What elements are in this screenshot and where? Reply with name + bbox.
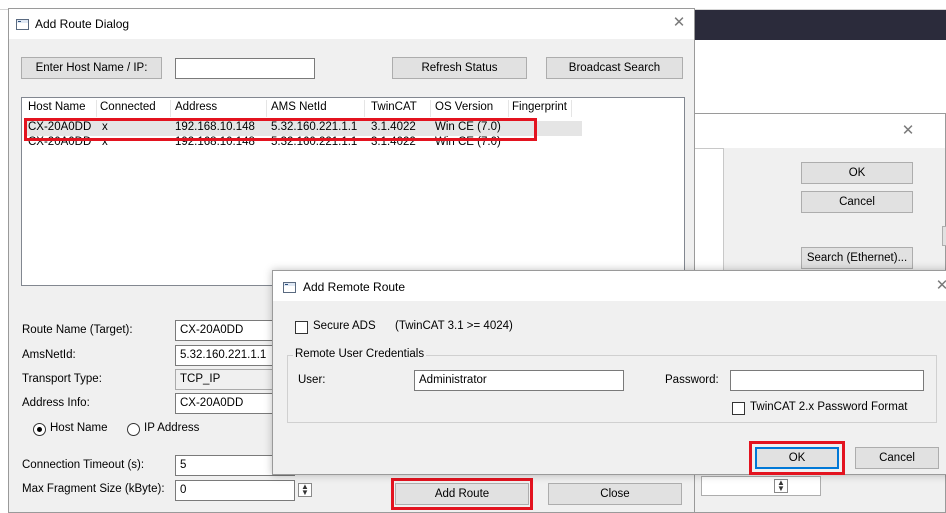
address-info-label: Address Info: [22,397,90,409]
column-header-twincat[interactable]: TwinCAT [371,101,417,113]
cell-ams-netid: 5.32.160.221.1.1 [271,136,358,148]
spinner-icon[interactable]: ▲ ▼ [774,479,788,493]
cell-connected: x [102,136,108,148]
cancel-button[interactable]: Cancel [855,447,939,469]
max-fragment-label: Max Fragment Size (kByte): [22,483,165,495]
close-icon[interactable]: ✕ [900,123,916,139]
secure-ads-note: (TwinCAT 3.1 >= 4024) [395,320,513,332]
cell-connected: x [102,121,108,133]
broadcast-search-button[interactable]: Broadcast Search [546,57,683,79]
enter-host-button[interactable]: Enter Host Name / IP: [21,57,162,79]
column-header-connected[interactable]: Connected [100,101,156,113]
host-ip-input[interactable] [175,58,315,79]
column-separator[interactable] [96,100,97,117]
column-separator[interactable] [266,100,267,117]
close-icon[interactable]: ✕ [934,278,946,294]
partial-control[interactable] [942,226,946,246]
ok-button[interactable]: OK [801,162,913,184]
ip-address-radio[interactable] [127,423,140,436]
cell-address: 192.168.10.148 [175,136,255,148]
cell-ams-netid: 5.32.160.221.1.1 [271,121,358,133]
dialog-title: Add Remote Route [303,280,406,294]
cancel-button[interactable]: Cancel [801,191,913,213]
user-label: User: [298,374,326,386]
cell-twincat: 3.1.4022 [371,136,416,148]
secure-ads-checkbox[interactable] [295,321,308,334]
table-row[interactable]: CX-20A0DD x 192.168.10.148 5.32.160.221.… [24,121,582,136]
transport-type-label: Transport Type: [22,373,102,385]
add-route-button[interactable]: Add Route [395,483,529,505]
window-icon [16,19,29,30]
cell-host-name: CX-20A0DD [28,121,92,133]
cell-host-name: CX-20A0DD [28,136,92,148]
column-separator[interactable] [508,100,509,117]
password-input[interactable] [730,370,924,391]
column-separator[interactable] [364,100,365,117]
twincat2-password-format-label[interactable]: TwinCAT 2.x Password Format [750,401,907,413]
column-header-address[interactable]: Address [175,101,217,113]
window-icon [283,282,296,293]
cell-os-version: Win CE (7.0) [435,136,501,148]
connection-timeout-label: Connection Timeout (s): [22,459,145,471]
group-title: Remote User Credentials [293,348,427,360]
column-header-os-version[interactable]: OS Version [435,101,493,113]
search-ethernet-button[interactable]: Search (Ethernet)... [801,247,913,269]
dialog-title: Add Route Dialog [35,17,130,31]
middle-dropdown[interactable]: ▲ ▼ [701,476,821,496]
column-separator[interactable] [430,100,431,117]
add-remote-route-dialog: Add Remote Route ✕ Secure ADS (TwinCAT 3… [272,270,946,475]
host-list[interactable]: Host Name Connected Address AMS NetId Tw… [21,97,685,286]
column-header-host-name[interactable]: Host Name [28,101,86,113]
column-separator[interactable] [170,100,171,117]
ok-button[interactable]: OK [755,447,839,469]
cell-twincat: 3.1.4022 [371,121,416,133]
cell-address: 192.168.10.148 [175,121,255,133]
column-header-ams-netid[interactable]: AMS NetId [271,101,327,113]
column-separator[interactable] [571,100,572,117]
close-button[interactable]: Close [548,483,682,505]
column-header-fingerprint[interactable]: Fingerprint [512,101,567,113]
max-fragment-field[interactable]: 0 [175,480,295,501]
route-name-label: Route Name (Target): [22,324,133,336]
background-window-titlebar [690,10,946,40]
user-input[interactable]: Administrator [414,370,624,391]
refresh-status-button[interactable]: Refresh Status [392,57,527,79]
cell-os-version: Win CE (7.0) [435,121,501,133]
twincat2-password-format-checkbox[interactable] [732,402,745,415]
password-label: Password: [665,374,719,386]
host-name-radio[interactable] [33,423,46,436]
table-row[interactable]: CX-20A0DD x 192.168.10.148 5.32.160.221.… [24,136,582,151]
close-icon[interactable]: ✕ [671,15,687,31]
host-name-radio-label[interactable]: Host Name [50,422,108,434]
spinner-icon[interactable]: ▲ ▼ [298,483,312,497]
secure-ads-label[interactable]: Secure ADS [313,320,376,332]
amsnetid-label: AmsNetId: [22,349,76,361]
ip-address-radio-label[interactable]: IP Address [144,422,199,434]
